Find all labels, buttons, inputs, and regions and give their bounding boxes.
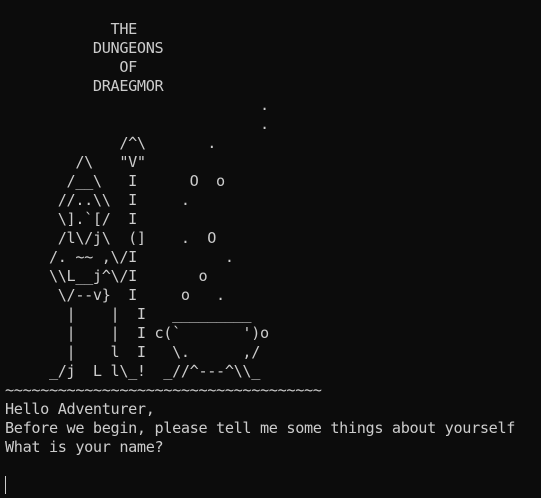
text-cursor[interactable] [5,476,6,494]
greeting-line: Hello Adventurer, [5,400,155,418]
terminal-window[interactable]: THE DUNGEONS OF DRAEGMOR . . /^\ . /\ "V… [0,0,541,498]
name-prompt-line: What is your name? [5,438,164,456]
intro-line: Before we begin, please tell me some thi… [5,419,516,437]
ascii-art-banner: THE DUNGEONS OF DRAEGMOR . . /^\ . /\ "V… [5,20,322,399]
